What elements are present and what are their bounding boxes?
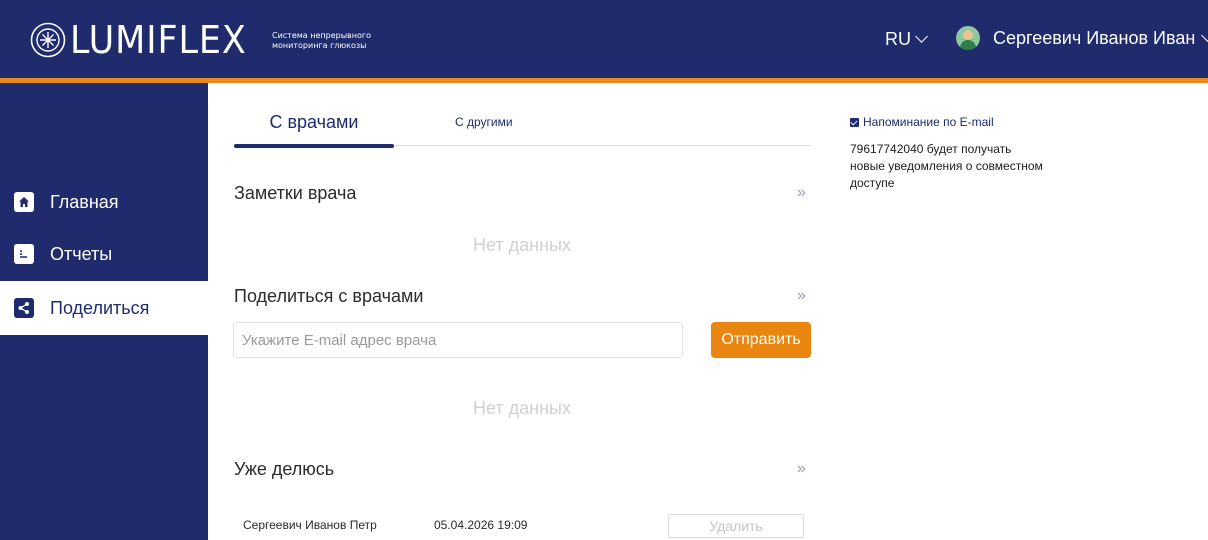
email-reminder-label: Напоминание по E-mail: [863, 115, 994, 129]
doctor-notes-title: Заметки врача: [234, 183, 357, 203]
already-sharing-title: Уже делюсь: [234, 459, 335, 479]
sidebar-item-label: Поделиться: [50, 297, 150, 318]
sidebar-item-reports[interactable]: Отчеты: [0, 227, 208, 281]
shared-date: 05.04.2026 19:09: [434, 518, 528, 532]
user-name: Сергеевич Иванов Иван: [993, 28, 1196, 48]
share-tabs: С врачами С другими: [234, 108, 810, 148]
chevron-down-icon: [915, 30, 928, 43]
send-button[interactable]: Отправить: [711, 322, 811, 358]
chevron-down-icon: [1201, 29, 1208, 42]
share-icon: [14, 298, 34, 318]
email-reminder-checkbox[interactable]: [850, 117, 859, 127]
sidebar: Главная Отчеты Поделиться: [0, 83, 208, 540]
tab-doctors[interactable]: С врачами: [234, 108, 394, 148]
already-sharing-expand-icon[interactable]: »: [797, 460, 806, 478]
table-row: Сергеевич Иванов Петр 05.04.2026 19:09 У…: [243, 514, 813, 538]
avatar: [956, 26, 980, 50]
sidebar-item-label: Отчеты: [50, 243, 113, 264]
app-tagline: Система непрерывного мониторинга глюкозы: [272, 31, 371, 50]
report-icon: [14, 244, 34, 264]
tab-others[interactable]: С другими: [455, 108, 513, 146]
doctor-notes-empty: Нет данных: [473, 235, 571, 255]
sidebar-item-label: Главная: [50, 191, 119, 212]
reminder-note: 79617742040 будет получать новые уведомл…: [850, 142, 1043, 190]
app-header: LUMIFLEX Система непрерывного мониторинг…: [0, 0, 1208, 78]
sidebar-item-home[interactable]: Главная: [0, 175, 208, 229]
doctor-notes-expand-icon[interactable]: »: [797, 184, 806, 202]
logo-icon: [30, 22, 66, 58]
language-selector[interactable]: RU: [885, 28, 928, 50]
sidebar-item-share[interactable]: Поделиться: [0, 281, 208, 335]
delete-button[interactable]: Удалить: [668, 514, 804, 538]
share-doctors-empty: Нет данных: [473, 398, 571, 418]
logo-text: LUMIFLEX: [70, 18, 247, 62]
share-doctors-expand-icon[interactable]: »: [797, 287, 806, 305]
user-menu[interactable]: Сергеевич Иванов Иван: [956, 26, 1208, 50]
email-reminder: Напоминание по E-mail: [850, 115, 994, 129]
share-doctors-title: Поделиться с врачами: [234, 286, 424, 306]
language-label: RU: [885, 29, 911, 49]
home-icon: [14, 192, 34, 212]
shared-user-name: Сергеевич Иванов Петр: [243, 518, 377, 532]
doctor-email-input[interactable]: [233, 322, 683, 358]
